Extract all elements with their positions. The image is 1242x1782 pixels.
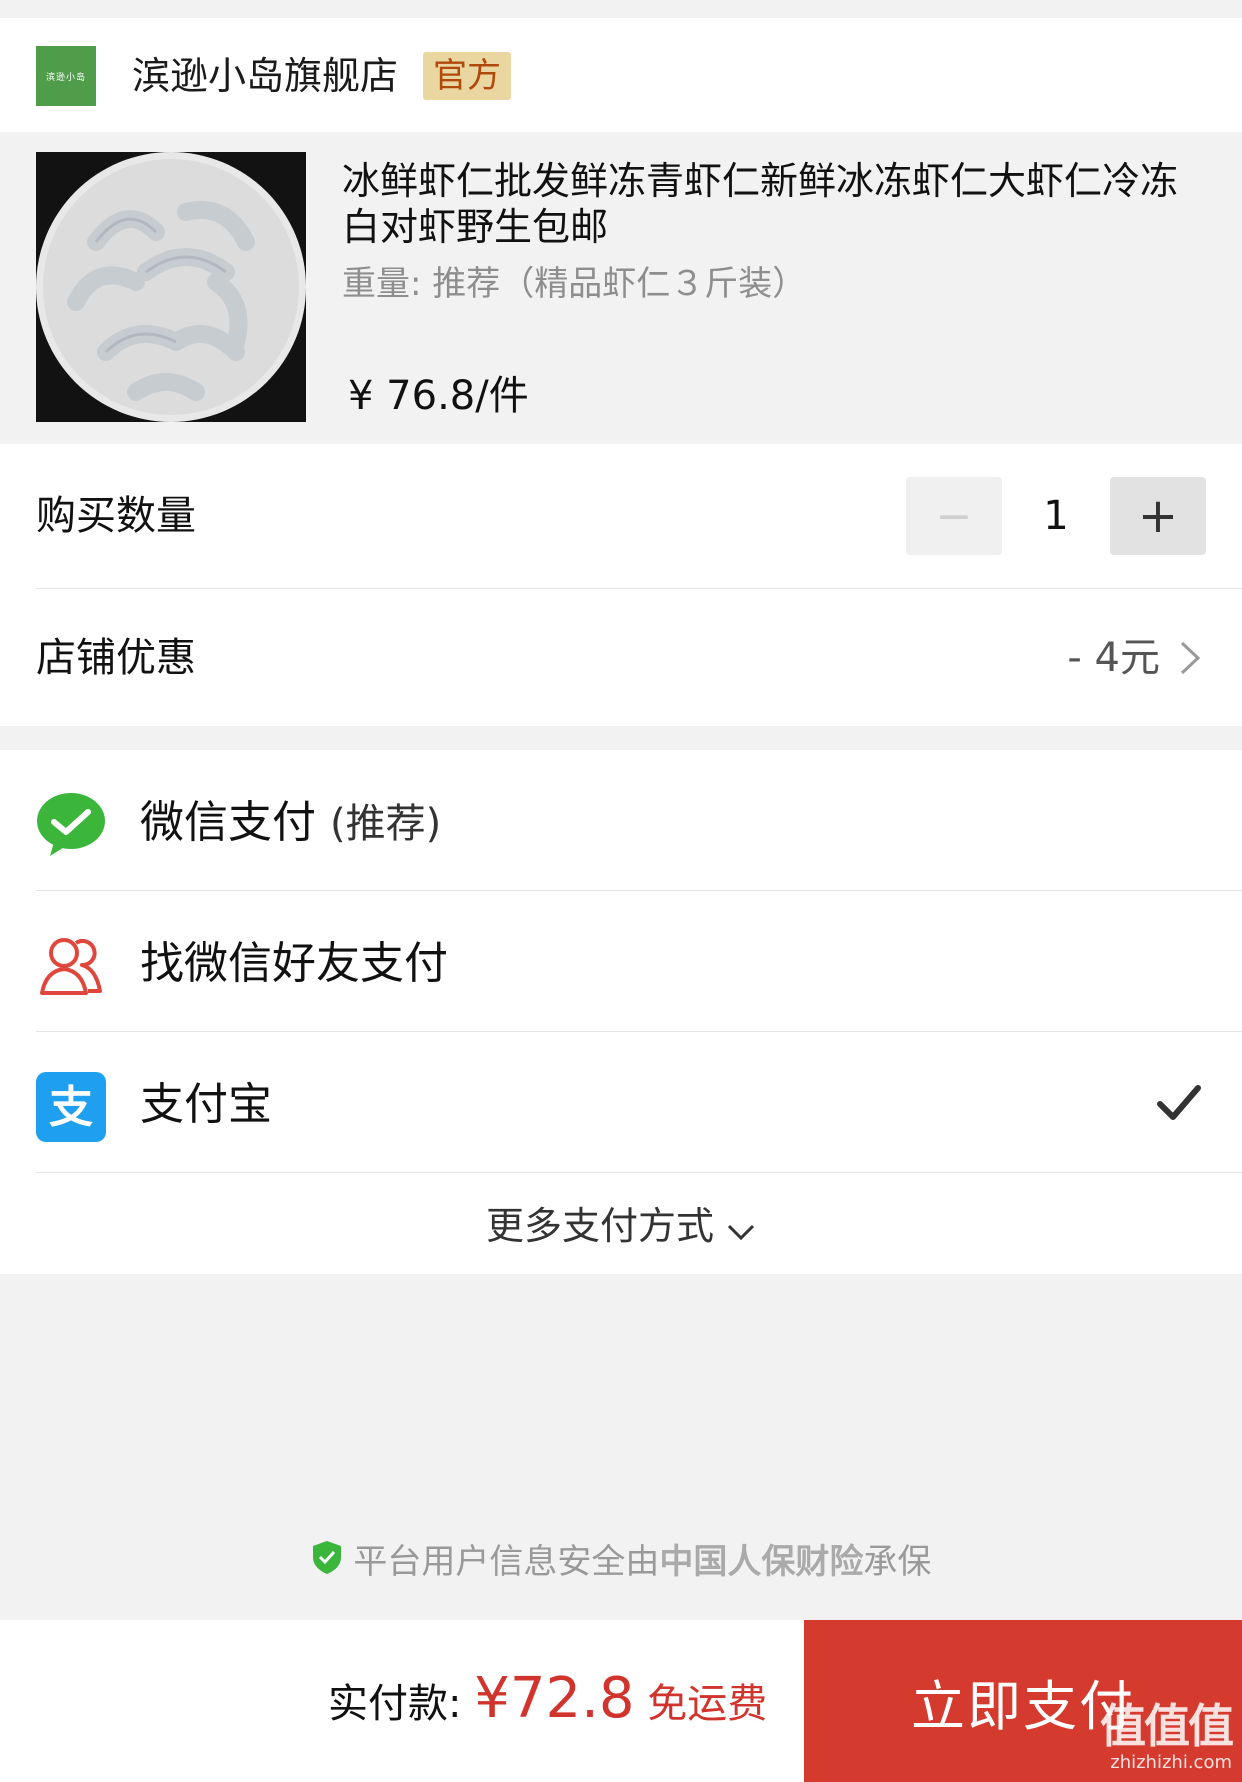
- shield-icon: [311, 1536, 343, 1592]
- payment-option-wechat[interactable]: 微信支付 (推荐): [0, 750, 1242, 890]
- store-name[interactable]: 滨逊小岛旗舰店: [132, 48, 398, 104]
- svg-text:支: 支: [49, 1082, 93, 1133]
- insurer-name: 中国人保财险: [659, 1542, 864, 1582]
- friend-pay-label: 找微信好友支付: [140, 938, 448, 989]
- product-summary[interactable]: 冰鲜虾仁批发鲜冻青虾仁新鲜冰冻虾仁大虾仁冷冻白对虾野生包邮 重量: 推荐（精品虾…: [0, 132, 1242, 444]
- store-discount-label[interactable]: 店铺优惠: [36, 630, 196, 686]
- quantity-label: 购买数量: [36, 493, 196, 539]
- chevron-right-icon[interactable]: [1178, 640, 1202, 680]
- store-discount-value[interactable]: - 4元: [1067, 630, 1160, 686]
- security-note-suffix: 承保: [863, 1542, 932, 1582]
- total-label: 实付款:: [328, 1681, 462, 1727]
- security-note: 平台用户信息安全由中国人保财险承保: [0, 1534, 1242, 1592]
- payment-methods: 微信支付 (推荐) 找微信好友支付 支 支付宝 更多支付方式: [0, 750, 1242, 1274]
- watermark-logo: 值值值: [1100, 1699, 1234, 1753]
- wechat-pay-label: 微信支付 (推荐): [140, 792, 441, 855]
- shipping-note: 免运费: [647, 1681, 768, 1727]
- alipay-label: 支付宝: [140, 1079, 272, 1130]
- alipay-icon: 支: [36, 1072, 106, 1142]
- quantity-value[interactable]: 1: [1020, 488, 1092, 544]
- checkmark-icon: [1156, 1082, 1202, 1128]
- wechat-pay-recommend: (推荐): [330, 801, 442, 847]
- product-price: ¥ 76.8/件: [348, 373, 529, 419]
- bottom-pay-bar: 实付款: ¥72.8 免运费 立即支付 值值值 zhizhizhi.com: [0, 1620, 1242, 1782]
- order-options: 购买数量 − 1 + 店铺优惠 - 4元: [0, 444, 1242, 726]
- divider: [36, 588, 1242, 589]
- wechat-pay-name: 微信支付: [140, 797, 316, 848]
- quantity-plus-button[interactable]: +: [1110, 477, 1206, 555]
- quantity-minus-button[interactable]: −: [906, 477, 1002, 555]
- security-note-prefix: 平台用户信息安全由: [353, 1542, 660, 1582]
- payment-option-alipay[interactable]: 支 支付宝: [0, 1032, 1242, 1172]
- watermark-url: zhizhizhi.com: [1110, 1752, 1232, 1773]
- more-payment-button[interactable]: 更多支付方式: [0, 1198, 1242, 1257]
- total-amount: ¥72.8: [474, 1666, 635, 1731]
- official-badge: 官方: [423, 52, 511, 100]
- chevron-down-icon: [726, 1201, 756, 1257]
- product-image: [36, 152, 306, 422]
- divider: [36, 1172, 1242, 1173]
- store-logo: 滨逊小岛: [36, 46, 96, 106]
- store-header[interactable]: 滨逊小岛 滨逊小岛旗舰店 官方: [0, 18, 1242, 132]
- product-spec: 重量: 推荐（精品虾仁３斤装）: [342, 264, 807, 304]
- more-payment-label: 更多支付方式: [485, 1204, 714, 1248]
- payment-option-friend[interactable]: 找微信好友支付: [0, 891, 1242, 1031]
- product-title: 冰鲜虾仁批发鲜冻青虾仁新鲜冰冻虾仁大虾仁冷冻白对虾野生包邮: [342, 159, 1179, 249]
- wechat-pay-icon: [36, 790, 106, 860]
- watermark: 值值值 zhizhizhi.com: [1100, 1699, 1234, 1774]
- friend-pay-icon: [36, 931, 106, 1001]
- total-payable: 实付款: ¥72.8 免运费: [328, 1664, 767, 1739]
